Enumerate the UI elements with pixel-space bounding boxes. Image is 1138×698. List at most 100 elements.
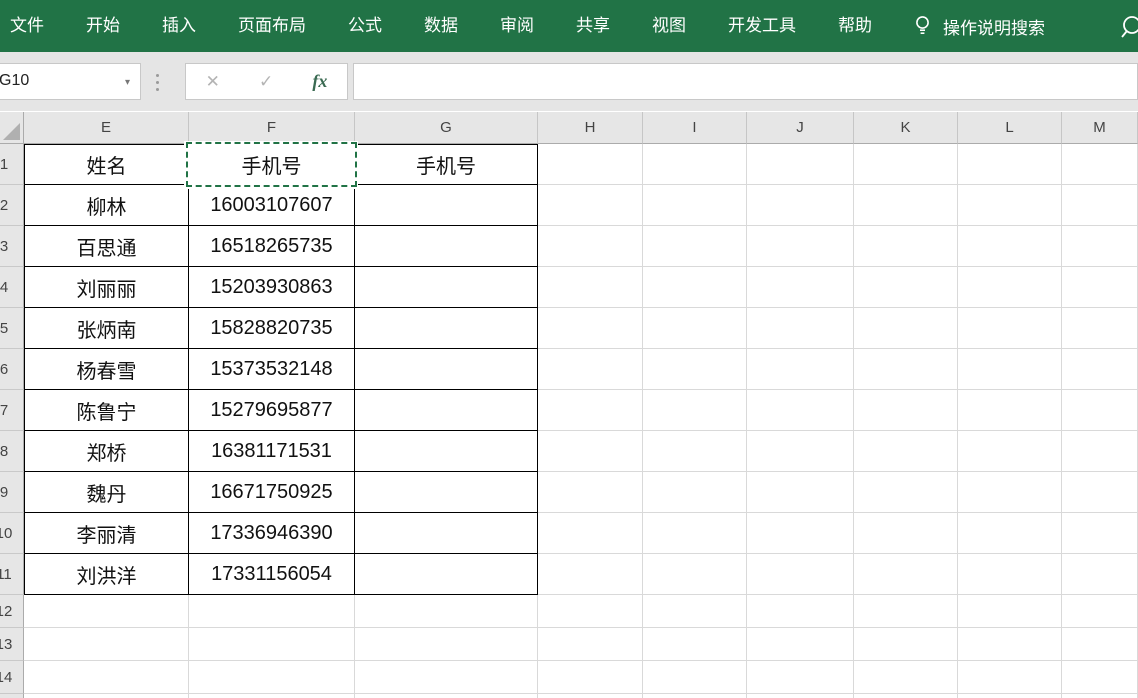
cell-E1[interactable]: 姓名	[24, 144, 189, 185]
ribbon-tab-1[interactable]: 文件	[10, 0, 44, 52]
grid-cell-H12[interactable]	[538, 595, 643, 628]
ribbon-tab-9[interactable]: 视图	[652, 0, 686, 52]
grid-cell-I13[interactable]	[643, 628, 747, 661]
grid-cell-J15[interactable]	[747, 694, 854, 698]
cell-E7[interactable]: 陈鲁宁	[24, 390, 189, 431]
cell-E5[interactable]: 张炳南	[24, 308, 189, 349]
grid-cell-K11[interactable]	[854, 554, 958, 595]
grid-cell-J12[interactable]	[747, 595, 854, 628]
grid-cell-M7[interactable]	[1062, 390, 1138, 431]
row-header-9[interactable]: 9	[0, 472, 24, 513]
grid-cell-K1[interactable]	[854, 144, 958, 185]
insert-function-icon[interactable]: fx	[312, 71, 327, 92]
name-box-dropdown-icon[interactable]: ▾	[125, 77, 130, 88]
grid-cell-I5[interactable]	[643, 308, 747, 349]
grid-cell-H10[interactable]	[538, 513, 643, 554]
cell-F2[interactable]: 16003107607	[189, 185, 355, 226]
grid-cell-K8[interactable]	[854, 431, 958, 472]
grid-cell-H5[interactable]	[538, 308, 643, 349]
ribbon-tab-7[interactable]: 审阅	[500, 0, 534, 52]
grid-cell-K9[interactable]	[854, 472, 958, 513]
grid-cell-M4[interactable]	[1062, 267, 1138, 308]
grid-cell-K6[interactable]	[854, 349, 958, 390]
grid-cell-M2[interactable]	[1062, 185, 1138, 226]
column-header-H[interactable]: H	[538, 112, 643, 144]
grid-cell-G12[interactable]	[355, 595, 538, 628]
cell-F8[interactable]: 16381171531	[189, 431, 355, 472]
grid-cell-I2[interactable]	[643, 185, 747, 226]
grid-cell-H9[interactable]	[538, 472, 643, 513]
grid-cell-L1[interactable]	[958, 144, 1062, 185]
grid-cell-H13[interactable]	[538, 628, 643, 661]
grid-cell-K4[interactable]	[854, 267, 958, 308]
grid-cell-J11[interactable]	[747, 554, 854, 595]
row-header-4[interactable]: 4	[0, 267, 24, 308]
grid-cell-H14[interactable]	[538, 661, 643, 694]
cell-G6[interactable]	[355, 349, 538, 390]
cell-F1[interactable]: 手机号	[189, 144, 355, 185]
grid-cell-I11[interactable]	[643, 554, 747, 595]
grid-cell-L13[interactable]	[958, 628, 1062, 661]
grid-cell-J6[interactable]	[747, 349, 854, 390]
cell-F4[interactable]: 15203930863	[189, 267, 355, 308]
grid-cell-M15[interactable]	[1062, 694, 1138, 698]
cell-F7[interactable]: 15279695877	[189, 390, 355, 431]
tell-me-search[interactable]: 操作说明搜索	[914, 14, 1045, 39]
grid-cell-J14[interactable]	[747, 661, 854, 694]
grid-cell-J5[interactable]	[747, 308, 854, 349]
select-all-corner[interactable]	[0, 112, 24, 144]
grid-cell-H7[interactable]	[538, 390, 643, 431]
grid-cell-M3[interactable]	[1062, 226, 1138, 267]
grid-cell-K12[interactable]	[854, 595, 958, 628]
cell-E10[interactable]: 李丽清	[24, 513, 189, 554]
grid-cell-L6[interactable]	[958, 349, 1062, 390]
grid-cell-L3[interactable]	[958, 226, 1062, 267]
grid-cell-M6[interactable]	[1062, 349, 1138, 390]
cell-F9[interactable]: 16671750925	[189, 472, 355, 513]
grid-cell-I15[interactable]	[643, 694, 747, 698]
grid-cell-J10[interactable]	[747, 513, 854, 554]
grid-cell-K15[interactable]	[854, 694, 958, 698]
grid-cell-L5[interactable]	[958, 308, 1062, 349]
ribbon-tab-2[interactable]: 开始	[86, 0, 120, 52]
grid-cell-E13[interactable]	[24, 628, 189, 661]
grid-cell-J9[interactable]	[747, 472, 854, 513]
search-icon[interactable]	[1120, 14, 1138, 42]
grid-cell-K5[interactable]	[854, 308, 958, 349]
grid-cell-H8[interactable]	[538, 431, 643, 472]
row-header-15[interactable]: 15	[0, 694, 24, 698]
row-header-5[interactable]: 5	[0, 308, 24, 349]
cell-F11[interactable]: 17331156054	[189, 554, 355, 595]
cell-E8[interactable]: 郑桥	[24, 431, 189, 472]
grid-cell-F15[interactable]	[189, 694, 355, 698]
grid-cell-I10[interactable]	[643, 513, 747, 554]
cell-G4[interactable]	[355, 267, 538, 308]
grid-cell-M1[interactable]	[1062, 144, 1138, 185]
grid-cell-M10[interactable]	[1062, 513, 1138, 554]
grid-cell-F13[interactable]	[189, 628, 355, 661]
grid-cell-K3[interactable]	[854, 226, 958, 267]
row-header-7[interactable]: 7	[0, 390, 24, 431]
cell-E4[interactable]: 刘丽丽	[24, 267, 189, 308]
cell-E11[interactable]: 刘洪洋	[24, 554, 189, 595]
cancel-icon[interactable]: ✕	[206, 73, 220, 90]
row-header-6[interactable]: 6	[0, 349, 24, 390]
grid-cell-G13[interactable]	[355, 628, 538, 661]
grid-cell-L7[interactable]	[958, 390, 1062, 431]
grid-cell-K10[interactable]	[854, 513, 958, 554]
column-header-F[interactable]: F	[189, 112, 355, 144]
grid-cell-I3[interactable]	[643, 226, 747, 267]
cell-E9[interactable]: 魏丹	[24, 472, 189, 513]
row-header-12[interactable]: 12	[0, 595, 24, 628]
grid-cell-I14[interactable]	[643, 661, 747, 694]
grid-cell-F12[interactable]	[189, 595, 355, 628]
grid-cell-K2[interactable]	[854, 185, 958, 226]
cell-G7[interactable]	[355, 390, 538, 431]
grid-cell-L4[interactable]	[958, 267, 1062, 308]
grid-cell-I6[interactable]	[643, 349, 747, 390]
ribbon-tab-5[interactable]: 公式	[348, 0, 382, 52]
column-header-J[interactable]: J	[747, 112, 854, 144]
column-header-G[interactable]: G	[355, 112, 538, 144]
formula-input[interactable]	[353, 63, 1138, 100]
cell-G1[interactable]: 手机号	[355, 144, 538, 185]
